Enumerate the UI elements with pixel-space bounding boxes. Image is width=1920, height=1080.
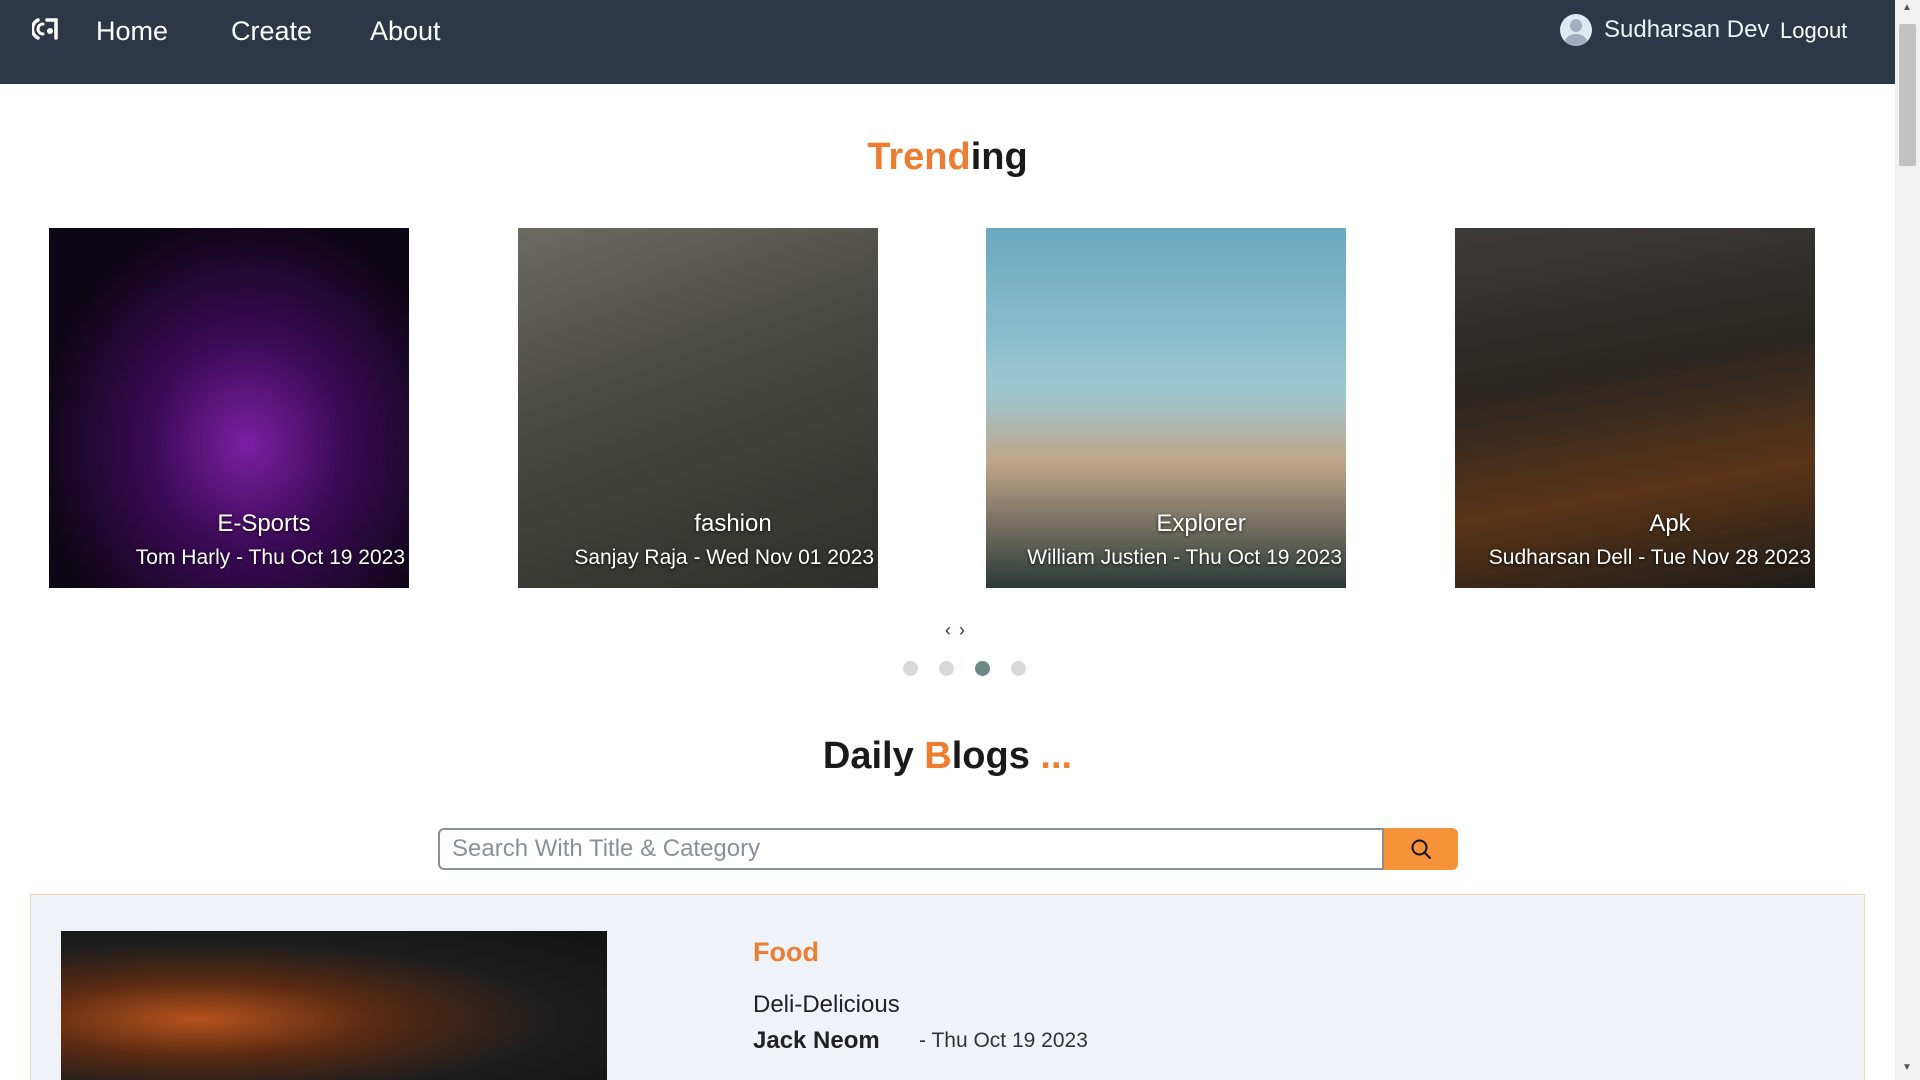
logout-button[interactable]: Logout — [1780, 18, 1847, 44]
daily-blogs-heading-accent: B — [924, 735, 952, 777]
daily-blogs-heading-part1: Daily — [822, 735, 925, 777]
blog-post-category: Food — [753, 937, 819, 967]
trending-card-meta: Tom Harly - Thu Oct 19 2023 — [135, 546, 405, 569]
trending-heading-accent: Trend — [867, 136, 971, 178]
logo-icon[interactable] — [32, 14, 62, 44]
blog-post-title[interactable]: Deli-Delicious — [753, 991, 900, 1019]
carousel-arrows: ‹› — [945, 620, 973, 641]
trending-card-category: fashion — [694, 510, 772, 537]
trending-card-meta: Sudharsan Dell - Tue Nov 28 2023 — [1488, 546, 1811, 569]
avatar — [1560, 14, 1592, 46]
page-scrollbar[interactable]: ▲ ▼ — [1895, 0, 1920, 1080]
search-input[interactable] — [438, 828, 1384, 870]
carousel-dot[interactable] — [903, 661, 918, 676]
trending-card-category: Explorer — [1156, 510, 1246, 537]
blog-post-author: Jack Neom — [753, 1027, 880, 1054]
trending-card-category: Apk — [1649, 510, 1691, 537]
nav-create-link[interactable]: Create — [231, 16, 312, 47]
trending-card[interactable]: Explorer William Justien - Thu Oct 19 20… — [986, 228, 1346, 588]
scroll-down-arrow-icon[interactable]: ▼ — [1902, 1062, 1912, 1073]
trending-card[interactable]: E-Sports Tom Harly - Thu Oct 19 2023 — [49, 228, 409, 588]
search-bar — [438, 828, 1458, 870]
carousel-prev-icon[interactable]: ‹ — [945, 620, 959, 640]
trending-heading-rest: ing — [970, 136, 1028, 178]
search-button[interactable] — [1384, 828, 1458, 870]
daily-blogs-heading-part2: logs — [951, 735, 1041, 777]
blog-post-image — [61, 931, 607, 1080]
trending-card[interactable]: fashion Sanjay Raja - Wed Nov 01 2023 — [518, 228, 878, 588]
carousel-dot[interactable] — [1011, 661, 1026, 676]
scroll-up-arrow-icon[interactable]: ▲ — [1902, 2, 1912, 13]
trending-card[interactable]: Apk Sudharsan Dell - Tue Nov 28 2023 — [1455, 228, 1815, 588]
daily-blogs-heading: Daily Blogs ... — [0, 735, 1895, 778]
trending-card-meta: Sanjay Raja - Wed Nov 01 2023 — [574, 546, 874, 569]
navbar: Home Create About Sudharsan Dev Logout — [0, 0, 1895, 84]
daily-blogs-heading-dots: ... — [1040, 735, 1073, 777]
carousel-dot[interactable] — [975, 661, 990, 676]
user-menu[interactable]: Sudharsan Dev — [1560, 14, 1769, 46]
blog-post-date: - Thu Oct 19 2023 — [919, 1029, 1088, 1052]
carousel-dots — [903, 661, 1026, 676]
carousel-next-icon[interactable]: › — [959, 620, 973, 640]
trending-card-meta: William Justien - Thu Oct 19 2023 — [1027, 546, 1342, 569]
user-name: Sudharsan Dev — [1604, 16, 1770, 43]
carousel-dot[interactable] — [939, 661, 954, 676]
nav-home-link[interactable]: Home — [96, 16, 168, 47]
trending-card-category: E-Sports — [217, 510, 311, 537]
trending-heading: Trending — [0, 136, 1895, 179]
blog-post-card[interactable]: Food Deli-Delicious Jack Neom - Thu Oct … — [30, 894, 1865, 1080]
nav-about-link[interactable]: About — [370, 16, 441, 47]
scroll-thumb[interactable] — [1899, 24, 1916, 166]
search-icon — [1411, 839, 1431, 859]
